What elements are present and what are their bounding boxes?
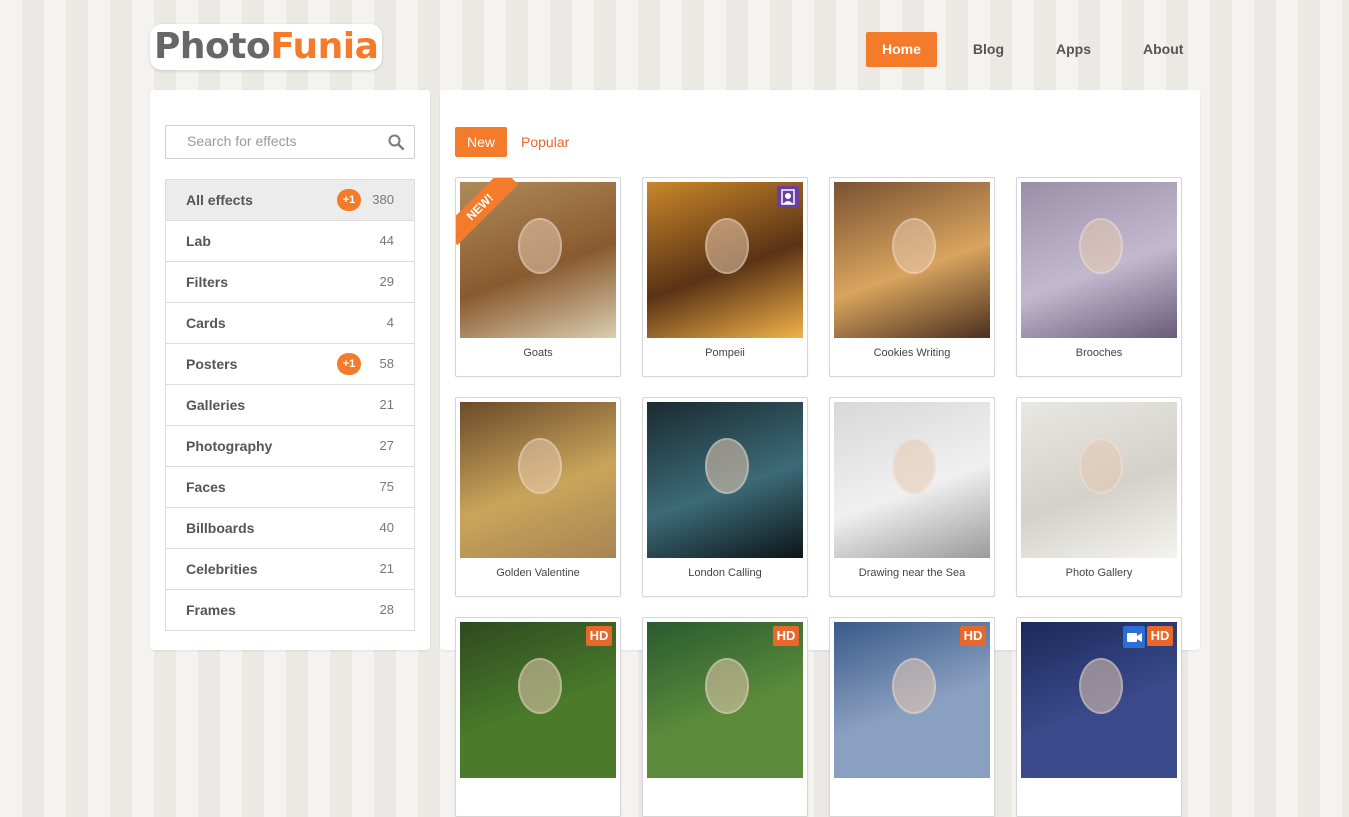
effect-photo-placeholder bbox=[705, 218, 749, 274]
category-item[interactable]: Cards 4 bbox=[166, 303, 414, 344]
tab-popular[interactable]: Popular bbox=[509, 127, 581, 157]
effect-photo-placeholder bbox=[892, 658, 936, 714]
category-label: Cards bbox=[186, 315, 226, 331]
effect-thumbnail[interactable] bbox=[834, 402, 990, 558]
effect-card[interactable]: Photo Gallery bbox=[1016, 397, 1182, 597]
sort-tabs: New Popular bbox=[455, 127, 583, 157]
effect-caption[interactable]: London Calling bbox=[643, 567, 807, 579]
hd-badge: HD bbox=[960, 626, 986, 646]
logo-text-funia: Funia bbox=[270, 26, 379, 67]
effect-card[interactable]: Golden Valentine bbox=[455, 397, 621, 597]
category-item[interactable]: Lab 44 bbox=[166, 221, 414, 262]
category-item[interactable]: Posters +1 58 bbox=[166, 344, 414, 385]
nav-apps[interactable]: Apps bbox=[1040, 32, 1107, 67]
effect-caption[interactable]: Pompeii bbox=[643, 347, 807, 359]
category-item[interactable]: Faces 75 bbox=[166, 467, 414, 508]
search-box bbox=[165, 125, 415, 159]
top-nav: Home Blog Apps About bbox=[866, 32, 1219, 67]
category-count: 4 bbox=[386, 315, 394, 330]
effect-card[interactable]: Pompeii bbox=[642, 177, 808, 377]
category-count: 27 bbox=[379, 438, 394, 453]
category-count: 21 bbox=[379, 397, 394, 412]
hd-badge: HD bbox=[586, 626, 612, 646]
category-count: 21 bbox=[379, 561, 394, 576]
sidebar: All effects +1 380 Lab 44 Filters 29 Cards 4 Post… bbox=[150, 90, 430, 650]
category-label: Posters bbox=[186, 356, 238, 372]
new-count-badge: +1 bbox=[337, 353, 361, 375]
effect-caption[interactable]: Photo Gallery bbox=[1017, 567, 1181, 579]
effect-thumbnail[interactable] bbox=[647, 402, 803, 558]
category-label: Celebrities bbox=[186, 561, 258, 577]
effect-card[interactable]: HD bbox=[1016, 617, 1182, 817]
hd-badge: HD bbox=[773, 626, 799, 646]
category-label: Billboards bbox=[186, 520, 255, 536]
effect-photo-placeholder bbox=[518, 218, 562, 274]
effect-photo-placeholder bbox=[705, 438, 749, 494]
effects-panel: New Popular NEW! Goats Pompeii Cookies Writ… bbox=[440, 90, 1200, 817]
effect-photo-placeholder bbox=[1079, 218, 1123, 274]
category-label: Lab bbox=[186, 233, 211, 249]
effect-photo-placeholder bbox=[518, 438, 562, 494]
effect-caption[interactable]: Brooches bbox=[1017, 347, 1181, 359]
nav-home[interactable]: Home bbox=[866, 32, 937, 67]
category-count: 380 bbox=[372, 192, 394, 207]
effect-caption[interactable]: Golden Valentine bbox=[456, 567, 620, 579]
effect-caption[interactable]: Cookies Writing bbox=[830, 347, 994, 359]
effect-photo-placeholder bbox=[1079, 438, 1123, 494]
effect-thumbnail[interactable] bbox=[834, 182, 990, 338]
category-item[interactable]: All effects +1 380 bbox=[166, 180, 414, 221]
category-item[interactable]: Celebrities 21 bbox=[166, 549, 414, 590]
effect-card[interactable]: Brooches bbox=[1016, 177, 1182, 377]
nav-blog[interactable]: Blog bbox=[957, 32, 1020, 67]
effect-caption[interactable]: Drawing near the Sea bbox=[830, 567, 994, 579]
new-count-badge: +1 bbox=[337, 189, 361, 211]
category-label: Galleries bbox=[186, 397, 246, 413]
face-swap-icon bbox=[777, 186, 799, 208]
search-input[interactable] bbox=[166, 126, 387, 156]
category-count: 28 bbox=[379, 602, 394, 617]
effect-card[interactable]: Cookies Writing bbox=[829, 177, 995, 377]
video-icon bbox=[1123, 626, 1145, 648]
nav-about[interactable]: About bbox=[1127, 32, 1199, 67]
logo-text-photo: Photo bbox=[154, 26, 271, 67]
effect-photo-placeholder bbox=[892, 218, 936, 274]
effect-thumbnail[interactable] bbox=[460, 402, 616, 558]
effect-card[interactable]: HD bbox=[642, 617, 808, 817]
effect-card[interactable]: NEW! Goats bbox=[455, 177, 621, 377]
effect-photo-placeholder bbox=[1079, 658, 1123, 714]
effect-thumbnail[interactable] bbox=[1021, 402, 1177, 558]
tab-new[interactable]: New bbox=[455, 127, 508, 157]
category-count: 29 bbox=[379, 274, 394, 289]
category-label: Frames bbox=[186, 602, 236, 618]
effect-thumbnail[interactable] bbox=[1021, 182, 1177, 338]
category-item[interactable]: Frames 28 bbox=[166, 590, 414, 631]
effect-photo-placeholder bbox=[518, 658, 562, 714]
category-list: All effects +1 380 Lab 44 Filters 29 Cards 4 Post… bbox=[165, 179, 415, 631]
effect-card[interactable]: HD bbox=[455, 617, 621, 817]
category-count: 44 bbox=[379, 233, 394, 248]
category-label: All effects bbox=[186, 192, 253, 208]
category-item[interactable]: Galleries 21 bbox=[166, 385, 414, 426]
category-label: Faces bbox=[186, 479, 226, 495]
effect-card[interactable]: Drawing near the Sea bbox=[829, 397, 995, 597]
category-count: 58 bbox=[379, 356, 394, 371]
category-item[interactable]: Filters 29 bbox=[166, 262, 414, 303]
category-count: 40 bbox=[379, 520, 394, 535]
effect-photo-placeholder bbox=[892, 438, 936, 494]
category-label: Filters bbox=[186, 274, 229, 290]
category-item[interactable]: Billboards 40 bbox=[166, 508, 414, 549]
category-count: 75 bbox=[379, 479, 394, 494]
search-icon[interactable] bbox=[388, 134, 404, 150]
category-item[interactable]: Photography 27 bbox=[166, 426, 414, 467]
effect-card[interactable]: London Calling bbox=[642, 397, 808, 597]
effect-caption[interactable]: Goats bbox=[456, 347, 620, 359]
hd-badge: HD bbox=[1147, 626, 1173, 646]
effect-photo-placeholder bbox=[705, 658, 749, 714]
effect-card[interactable]: HD bbox=[829, 617, 995, 817]
photofunia-logo[interactable]: Photo Funia bbox=[150, 24, 383, 70]
category-label: Photography bbox=[186, 438, 273, 454]
